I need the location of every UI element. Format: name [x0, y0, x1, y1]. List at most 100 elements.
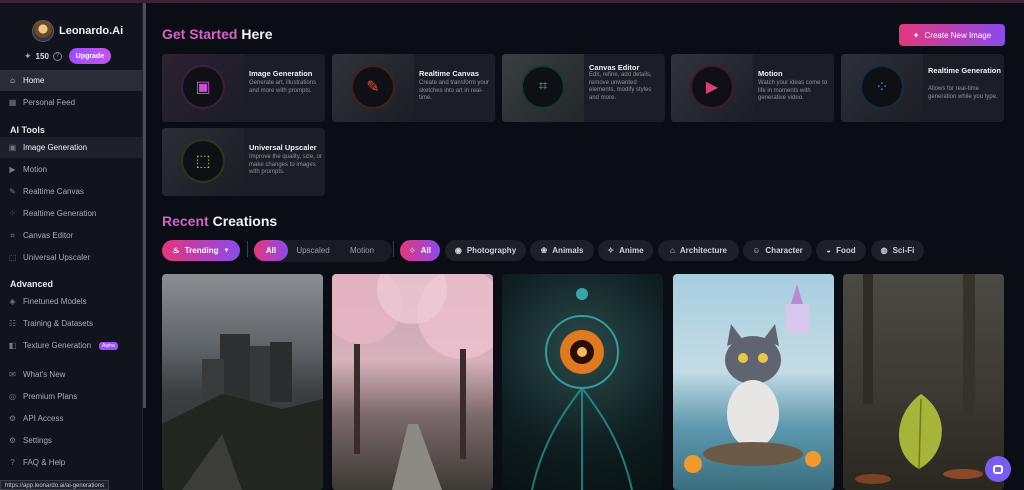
sidebar-item-label: Personal Feed	[23, 98, 76, 107]
category-label: Anime	[619, 246, 644, 255]
upgrade-button[interactable]: Upgrade	[68, 48, 111, 64]
cherry-blossom-illustration	[332, 274, 493, 490]
megaphone-icon: ✉	[9, 370, 16, 379]
category-photography[interactable]: ◉ Photography	[445, 240, 526, 261]
sidebar-item-realtime-generation[interactable]: ⁘ Realtime Generation	[0, 203, 142, 224]
info-icon[interactable]: ?	[52, 51, 62, 61]
person-icon: ☺	[752, 246, 761, 255]
sidebar-item-training-datasets[interactable]: ☷ Training & Datasets	[0, 313, 142, 334]
universal-upscaler-icon: ⬚	[183, 141, 223, 181]
sidebar-item-label: Settings	[23, 436, 52, 445]
brand-name: Leonardo.Ai	[59, 25, 124, 37]
texture-icon: ◧	[8, 341, 17, 350]
dataset-icon: ☷	[8, 319, 17, 328]
sidebar-item-faq-help[interactable]: ? FAQ & Help	[0, 452, 142, 473]
sidebar-item-whats-new[interactable]: ✉ What's New	[0, 364, 142, 385]
sidebar-item-label: Realtime Canvas	[23, 187, 84, 196]
category-label: Architecture	[679, 246, 727, 255]
sidebar-item-label: Premium Plans	[23, 392, 78, 401]
category-label: Food	[836, 246, 856, 255]
category-character[interactable]: ☺ Character	[743, 240, 812, 261]
card-motion[interactable]: ▶ Motion Watch your ideas come to life i…	[671, 54, 834, 122]
sidebar-item-texture-generation[interactable]: ◧ Texture Generation Alpha	[0, 335, 142, 356]
credit-count: 150	[35, 51, 49, 61]
sparkle-icon: ✦	[912, 30, 920, 40]
category-label: All	[420, 246, 431, 255]
crop-icon: ⌗	[10, 230, 15, 240]
title-accent: Get Started	[162, 26, 238, 42]
sidebar-item-image-generation[interactable]: ▣ Image Generation	[0, 137, 142, 158]
sidebar-item-label: FAQ & Help	[23, 458, 66, 467]
card-desc: Improve the quality, size, or make chang…	[249, 154, 322, 175]
creation-image-kitten[interactable]	[673, 274, 834, 490]
sidebar-item-label: Canvas Editor	[23, 231, 74, 240]
category-anime[interactable]: ✧ Anime	[598, 240, 653, 261]
api-icon: ⚙	[8, 414, 17, 423]
trending-dropdown[interactable]: ♨ Trending ▼	[162, 240, 240, 261]
card-title: Realtime Canvas	[419, 69, 480, 78]
sidebar-item-motion[interactable]: ▶ Motion	[0, 159, 142, 180]
paw-icon: ❀	[540, 246, 548, 255]
sidebar-item-premium-plans[interactable]: ◎ Premium Plans	[0, 386, 142, 407]
castle-illustration	[162, 334, 323, 490]
app-root: Leonardo.Ai ✦ 150 ? Upgrade ⌂ Home ▦ Per…	[0, 0, 1024, 490]
title-rest: Creations	[212, 213, 278, 229]
sidebar-item-label: Image Generation	[23, 143, 88, 152]
sidebar-item-label: Universal Upscaler	[23, 253, 91, 262]
category-all[interactable]: ⁘ All	[400, 240, 440, 261]
create-new-image-button[interactable]: ✦ Create New Image	[899, 24, 1005, 46]
sidebar-item-realtime-canvas[interactable]: ✎ Realtime Canvas	[0, 181, 142, 202]
sidebar-item-home[interactable]: ⌂ Home	[0, 70, 142, 91]
card-canvas-editor[interactable]: ⌗ Canvas Editor Edit, refine, add detail…	[502, 54, 665, 122]
category-food[interactable]: ◒ Food	[816, 240, 866, 261]
card-realtime-canvas[interactable]: ✎ Realtime Canvas Create and transform y…	[332, 54, 495, 122]
card-universal-upscaler[interactable]: ⬚ Universal Upscaler Improve the quality…	[162, 128, 325, 196]
sidebar-item-finetuned-models[interactable]: ◈ Finetuned Models	[0, 291, 142, 312]
gear-icon: ⚙	[8, 436, 17, 445]
card-desc: Allows for real-time generation while yo…	[928, 86, 998, 100]
creation-image-castle[interactable]	[162, 274, 323, 490]
token-icon: ✦	[24, 50, 32, 61]
creation-image-eye[interactable]	[502, 274, 663, 490]
avatar[interactable]	[32, 20, 54, 42]
sidebar-item-universal-upscaler[interactable]: ⬚ Universal Upscaler	[0, 247, 142, 268]
realtime-canvas-icon: ✎	[353, 67, 393, 107]
card-title: Image Generation	[249, 69, 313, 78]
sidebar-item-label: Finetuned Models	[23, 297, 87, 306]
create-label: Create New Image	[924, 30, 992, 40]
card-image-generation[interactable]: ▣ Image Generation Generate art, illustr…	[162, 54, 325, 122]
grid-icon: ⁘	[9, 209, 16, 218]
seg-motion[interactable]: Motion	[340, 240, 384, 261]
card-desc: Edit, refine, add details, remove unwant…	[589, 72, 652, 101]
sidebar-scrollbar[interactable]	[143, 3, 146, 408]
grid-icon: ⁘	[409, 246, 416, 255]
sidebar-item-settings[interactable]: ⚙ Settings	[0, 430, 142, 451]
chat-icon	[993, 464, 1003, 474]
seg-all[interactable]: All	[254, 240, 288, 261]
get-started-title: Get Started Here	[162, 26, 273, 42]
card-desc: Watch your ideas come to life in moments…	[758, 80, 828, 101]
card-title: Motion	[758, 69, 783, 78]
category-architecture[interactable]: ⌂ Architecture	[658, 240, 739, 261]
sidebar-item-api-access[interactable]: ⚙ API Access	[0, 408, 142, 429]
sidebar-item-label: API Access	[23, 414, 64, 423]
card-realtime-generation[interactable]: ⁘ Realtime Generation Allows for real-ti…	[841, 54, 1004, 122]
creation-image-cherry-blossom[interactable]	[332, 274, 493, 490]
category-sci-fi[interactable]: ◍ Sci-Fi	[871, 240, 924, 261]
seg-upscaled[interactable]: Upscaled	[291, 240, 335, 261]
section-heading-advanced: Advanced	[10, 279, 54, 289]
sidebar-item-personal-feed[interactable]: ▦ Personal Feed	[0, 92, 142, 113]
chat-support-button[interactable]	[985, 456, 1011, 482]
sidebar-item-canvas-editor[interactable]: ⌗ Canvas Editor	[0, 225, 142, 246]
category-animals[interactable]: ❀ Animals	[530, 240, 594, 261]
brand[interactable]: Leonardo.Ai	[32, 20, 123, 42]
eye-illustration	[531, 288, 633, 490]
motion-card-icon: ▶	[692, 67, 732, 107]
card-desc: Create and transform your sketches into …	[419, 80, 490, 101]
recent-creations-title: Recent Creations	[162, 213, 277, 229]
food-icon: ◒	[826, 246, 832, 255]
creation-image-leaf[interactable]	[843, 274, 1004, 490]
divider	[393, 241, 394, 257]
brush-icon: ✎	[9, 187, 16, 196]
section-heading-ai-tools: AI Tools	[10, 125, 45, 135]
